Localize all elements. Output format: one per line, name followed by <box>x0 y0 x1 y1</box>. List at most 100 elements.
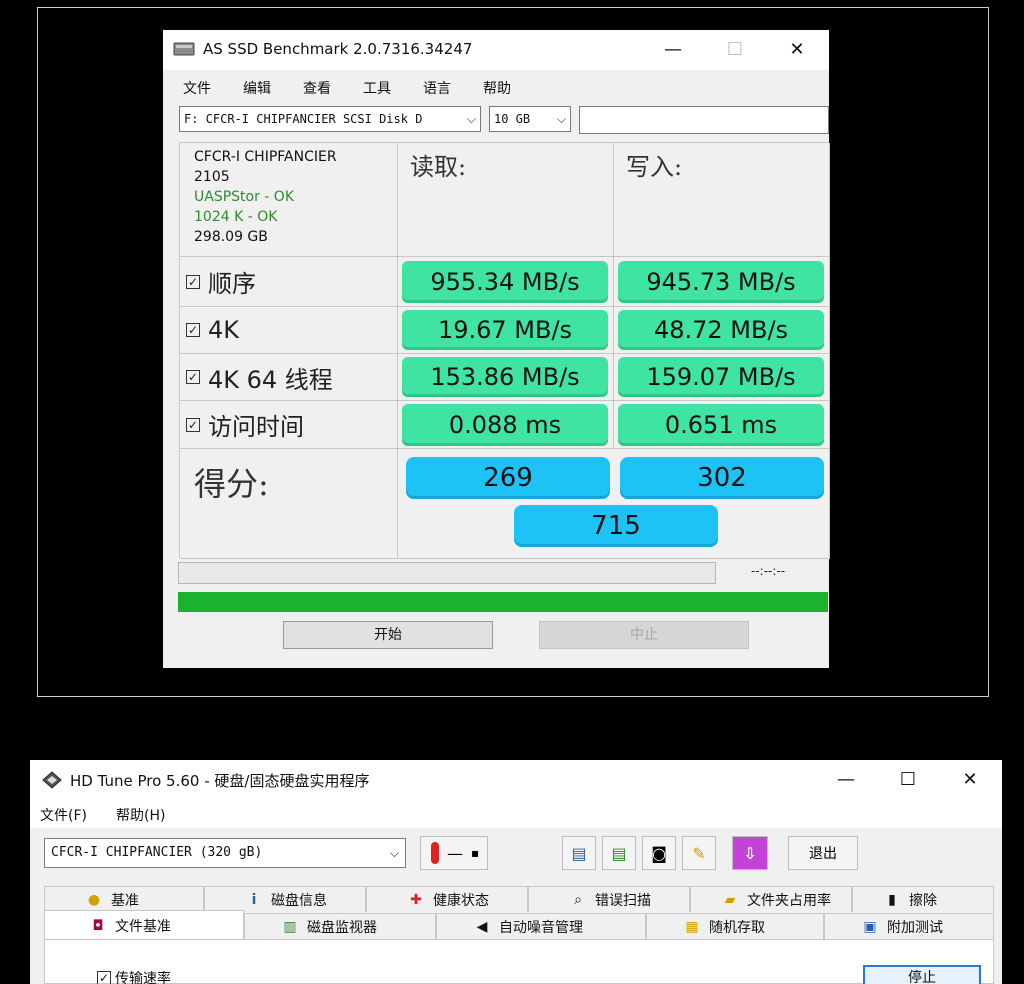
drive-info: CFCR-I CHIPFANCIER 2105 UASPStor - OK 10… <box>180 143 398 257</box>
menu-help[interactable]: 帮助 <box>483 78 511 98</box>
menu-tools[interactable]: 工具 <box>363 78 391 98</box>
transfer-rate-checkbox[interactable]: ✓ 传输速率 <box>97 968 171 984</box>
menu-edit[interactable]: 编辑 <box>243 78 271 98</box>
4k64-write-value: 159.07 MB/s <box>618 357 824 397</box>
tab-disk-info[interactable]: i 磁盘信息 <box>204 886 366 912</box>
checkbox-checked-icon[interactable]: ✓ <box>186 417 200 432</box>
checkbox-checked-icon[interactable]: ✓ <box>186 274 200 289</box>
progress-bar <box>178 562 716 584</box>
score-read: 269 <box>406 457 610 499</box>
menu-language[interactable]: 语言 <box>423 78 451 98</box>
tab-file-benchmark[interactable]: ◘ 文件基准 <box>44 910 244 940</box>
drive-capacity: 298.09 GB <box>194 229 268 245</box>
row-sequential[interactable]: ✓ 顺序 <box>180 257 398 307</box>
minimize-button[interactable]: — <box>653 36 693 64</box>
drive-icon <box>173 42 195 56</box>
minimize-button[interactable]: — <box>826 766 866 794</box>
close-button[interactable]: ✕ <box>950 766 990 794</box>
copy-icon: ▤ <box>571 843 587 863</box>
abort-button[interactable]: 中止 <box>539 621 749 649</box>
tools-icon: ✎ <box>692 843 706 863</box>
score-label: 得分: <box>180 449 398 559</box>
status-box <box>579 106 829 134</box>
row-label: 4K 64 线程 <box>208 365 333 394</box>
hdtune-window: HD Tune Pro 5.60 - 硬盘/固态硬盘实用程序 — ☐ ✕ 文件(… <box>30 760 1002 984</box>
file-benchmark-icon: ◘ <box>92 917 104 934</box>
tab-extra-tests[interactable]: ▣ 附加测试 <box>824 913 994 939</box>
maximize-button[interactable]: ☐ <box>888 766 928 794</box>
exit-button[interactable]: 退出 <box>788 836 858 870</box>
screenshot-button[interactable]: ◙ <box>642 836 676 870</box>
drive-name: CFCR-I CHIPFANCIER <box>194 149 337 165</box>
menu-view[interactable]: 查看 <box>303 78 331 98</box>
row-label: 访问时间 <box>208 413 304 441</box>
menu-help[interactable]: 帮助(H) <box>116 805 165 825</box>
checkbox-checked-icon[interactable]: ✓ <box>186 370 200 384</box>
row-access-time[interactable]: ✓ 访问时间 <box>180 401 398 449</box>
score-write: 302 <box>620 457 824 499</box>
tab-row-front: ◘ 文件基准 ▥ 磁盘监视器 ◀ 自动噪音管理 ▦ 随机存取 ▣ 附加测试 <box>44 910 994 940</box>
thermometer-icon <box>431 842 439 864</box>
row-4k[interactable]: ✓ 4K <box>180 307 398 354</box>
tab-disk-monitor[interactable]: ▥ 磁盘监视器 <box>244 913 436 939</box>
close-button[interactable]: ✕ <box>777 36 817 64</box>
drive-firmware: 2105 <box>194 169 230 185</box>
write-header: 写入: <box>614 143 830 257</box>
menu-file[interactable]: 文件 <box>183 78 211 98</box>
as-ssd-window: AS SSD Benchmark 2.0.7316.34247 — ☐ ✕ 文件… <box>163 30 830 668</box>
chevron-down-icon: ⌵ <box>389 846 399 860</box>
alignment-status: 1024 K - OK <box>194 209 278 225</box>
info-icon: i <box>251 891 257 908</box>
row-label: 顺序 <box>208 270 256 298</box>
tab-benchmark[interactable]: ● 基准 <box>44 886 204 912</box>
size-select-value: 10 GB <box>494 112 531 126</box>
lightbulb-icon: ● <box>87 891 101 908</box>
menu-file[interactable]: 文件(F) <box>40 805 87 825</box>
tab-random-access[interactable]: ▦ 随机存取 <box>646 913 824 939</box>
driver-status: UASPStor - OK <box>194 189 295 205</box>
tab-aam[interactable]: ◀ 自动噪音管理 <box>436 913 646 939</box>
hdtune-menubar: 文件(F) 帮助(H) <box>30 800 1002 828</box>
camera-icon: ◙ <box>651 843 667 863</box>
chevron-down-icon: ⌵ <box>556 112 566 126</box>
checkbox-checked-icon[interactable]: ✓ <box>97 971 111 984</box>
access-write-value: 0.651 ms <box>618 404 824 446</box>
as-ssd-titlebar: AS SSD Benchmark 2.0.7316.34247 — ☐ ✕ <box>163 30 829 70</box>
maximize-button[interactable]: ☐ <box>715 36 755 64</box>
hdtune-drive-select[interactable]: CFCR-I CHIPFANCIER (320 gB) ⌵ <box>44 838 406 868</box>
checkbox-checked-icon[interactable]: ✓ <box>186 323 200 337</box>
hdtune-logo-icon <box>42 771 62 789</box>
tab-health[interactable]: ✚ 健康状态 <box>366 886 528 912</box>
tab-content-panel: ✓ 传输速率 停止 <box>44 939 994 984</box>
window-title: HD Tune Pro 5.60 - 硬盘/固态硬盘实用程序 <box>70 772 370 790</box>
seq-read-value: 955.34 MB/s <box>402 261 608 303</box>
speaker-icon: ◀ <box>476 918 488 935</box>
save-button[interactable]: ⇩ <box>732 836 768 870</box>
size-select[interactable]: 10 GB ⌵ <box>489 106 571 132</box>
tab-row-back: ● 基准 i 磁盘信息 ✚ 健康状态 ⌕ 错误扫描 ▰ 文件夹占用率 ▮ 擦除 <box>44 886 994 912</box>
temperature-value: — <box>447 843 463 863</box>
drive-select[interactable]: F: CFCR-I CHIPFANCIER SCSI Disk D ⌵ <box>179 106 481 132</box>
copy-text-button[interactable]: ▤ <box>562 836 596 870</box>
extra-tests-icon: ▣ <box>863 918 877 935</box>
window-title: AS SSD Benchmark 2.0.7316.34247 <box>203 40 473 58</box>
start-button[interactable]: 开始 <box>283 621 493 649</box>
options-button[interactable]: ✎ <box>682 836 716 870</box>
disk-icon: ▪ <box>471 846 480 860</box>
tab-error-scan[interactable]: ⌕ 错误扫描 <box>528 886 690 912</box>
tab-folder-usage[interactable]: ▰ 文件夹占用率 <box>690 886 852 912</box>
checkbox-label: 传输速率 <box>115 971 171 984</box>
chevron-down-icon: ⌵ <box>466 112 476 126</box>
4k64-read-value: 153.86 MB/s <box>402 357 608 397</box>
copy-info-button[interactable]: ▤ <box>602 836 636 870</box>
health-cross-icon: ✚ <box>410 891 422 908</box>
elapsed-time: --:--:-- <box>751 564 786 578</box>
row-4k-64[interactable]: ✓ 4K 64 线程 <box>180 354 398 401</box>
folder-icon: ▰ <box>724 891 736 908</box>
read-header: 读取: <box>398 143 614 257</box>
clipboard-icon: ▤ <box>611 843 627 863</box>
access-read-value: 0.088 ms <box>402 404 608 446</box>
trash-icon: ▮ <box>888 891 896 908</box>
stop-button[interactable]: 停止 <box>863 965 981 984</box>
tab-erase[interactable]: ▮ 擦除 <box>852 886 994 912</box>
